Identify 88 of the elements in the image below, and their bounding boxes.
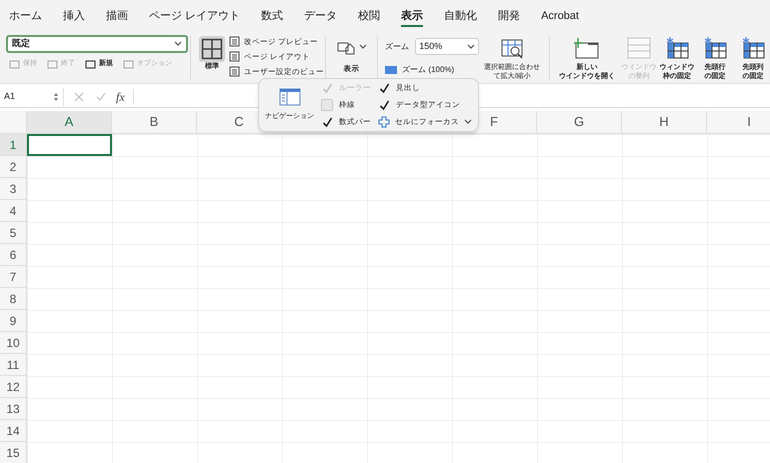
row-header[interactable]: 15: [0, 442, 27, 463]
ribbon-tab[interactable]: 自動化: [444, 7, 478, 27]
zoom-100-button[interactable]: ズーム (100%): [385, 64, 480, 76]
zoom-100-icon: [385, 66, 398, 74]
function-button[interactable]: fx: [116, 88, 125, 106]
small-icon: [123, 60, 134, 69]
table-cell[interactable]: [112, 134, 197, 156]
ribbon-tab[interactable]: データ: [304, 7, 338, 27]
table-cell[interactable]: [27, 178, 112, 200]
table-cell[interactable]: [27, 398, 112, 420]
table-cell[interactable]: [27, 376, 112, 398]
table-cell[interactable]: [537, 134, 622, 156]
table-cell[interactable]: [27, 420, 112, 442]
table-cell[interactable]: [27, 332, 112, 354]
checkbox[interactable]: [378, 82, 390, 94]
ribbon-tab[interactable]: 表示: [401, 7, 424, 27]
ribbon-tab[interactable]: 描画: [106, 7, 128, 27]
checkbox[interactable]: [378, 99, 390, 111]
row-header[interactable]: 11: [0, 354, 27, 376]
freeze-grid-icon: [741, 37, 765, 59]
row-header[interactable]: 10: [0, 332, 27, 354]
row-header[interactable]: 12: [0, 376, 27, 398]
table-cell[interactable]: [367, 134, 452, 156]
row-header[interactable]: 8: [0, 288, 27, 310]
name-box[interactable]: A1: [0, 88, 64, 106]
row-header[interactable]: 4: [0, 200, 27, 222]
sheet-view-dropdown[interactable]: 既定: [6, 35, 188, 53]
page-icon: [228, 66, 240, 77]
table-cell[interactable]: [452, 134, 537, 156]
row-header[interactable]: 13: [0, 398, 27, 420]
caret-icon: [358, 44, 367, 50]
zoom-label: ズーム: [385, 40, 410, 52]
table-cell[interactable]: [112, 156, 197, 178]
caret-icon: [467, 44, 476, 50]
row-header[interactable]: 7: [0, 266, 27, 288]
ribbon-tab[interactable]: 校閲: [358, 7, 380, 27]
magnify-grid-icon: [500, 38, 524, 60]
small-icon: [9, 60, 20, 69]
row-header[interactable]: 1: [0, 134, 27, 156]
ribbon-tab[interactable]: Acrobat: [541, 7, 579, 27]
table-cell[interactable]: [27, 222, 112, 244]
column-header[interactable]: I: [707, 111, 770, 134]
table-cell[interactable]: [622, 134, 707, 156]
table-cell[interactable]: [27, 200, 112, 222]
row-header[interactable]: 6: [0, 244, 27, 266]
freeze-grid-icon: [665, 37, 689, 59]
table-cell[interactable]: [197, 134, 282, 156]
window-icon: [574, 37, 600, 59]
table-cell[interactable]: [707, 134, 770, 156]
crosshair-cell-icon: [378, 116, 390, 128]
row-header[interactable]: 2: [0, 156, 27, 178]
small-icon: [47, 60, 58, 69]
check-icon[interactable]: [96, 92, 106, 102]
caret-icon: [464, 119, 472, 125]
table-cell[interactable]: [27, 442, 112, 463]
table-cell[interactable]: [27, 354, 112, 376]
cancel-icon[interactable]: [74, 92, 84, 102]
column-header[interactable]: A: [27, 111, 112, 134]
page-icon: [228, 51, 240, 62]
freeze-grid-icon: [703, 37, 727, 59]
ribbon-tab[interactable]: ホーム: [9, 7, 42, 27]
selected-cell[interactable]: [27, 134, 112, 156]
small-icon: [85, 60, 96, 69]
row-header[interactable]: 14: [0, 420, 27, 442]
grid-icon: [200, 38, 223, 60]
table-cell[interactable]: [27, 310, 112, 332]
row-header[interactable]: 5: [0, 222, 27, 244]
table-cell[interactable]: [282, 134, 367, 156]
ribbon-tab[interactable]: 数式: [261, 7, 284, 27]
column-header[interactable]: B: [112, 111, 197, 134]
table-cell[interactable]: [27, 156, 112, 178]
column-header[interactable]: G: [537, 111, 622, 134]
ribbon-tab[interactable]: 開発: [498, 7, 520, 27]
select-all-corner[interactable]: [0, 111, 27, 134]
ribbon-tab[interactable]: 挿入: [63, 7, 85, 27]
ribbon-tab[interactable]: ページ レイアウト: [149, 7, 240, 27]
navigation-pane-icon: [278, 88, 300, 106]
row-header[interactable]: 3: [0, 178, 27, 200]
table-cell[interactable]: [27, 266, 112, 288]
table-cell[interactable]: [27, 244, 112, 266]
row-header[interactable]: 9: [0, 310, 27, 332]
stepper-icon: [53, 92, 59, 102]
checkbox[interactable]: [321, 116, 333, 128]
column-header[interactable]: H: [622, 111, 707, 134]
zoom-field[interactable]: 150%: [415, 38, 480, 55]
stacked-windows-icon: [627, 37, 651, 59]
table-cell[interactable]: [27, 288, 112, 310]
caret-icon: [174, 41, 182, 47]
